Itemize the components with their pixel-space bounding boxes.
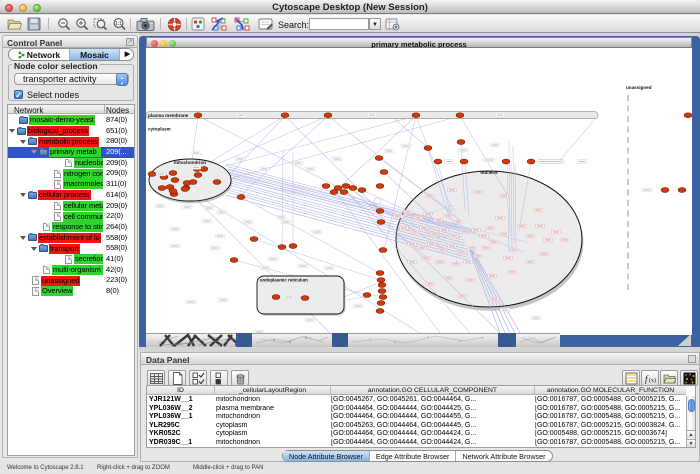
svg-text:nucleus: nucleus	[480, 170, 498, 175]
svg-text:1:1: 1:1	[115, 21, 122, 27]
svg-text:(x): (x)	[649, 377, 656, 384]
svg-text:endoplasmic reticulum: endoplasmic reticulum	[260, 278, 308, 283]
svg-text:unassigned: unassigned	[626, 85, 652, 90]
svg-text:plasma membrane: plasma membrane	[148, 113, 189, 118]
svg-text:mitochondrion: mitochondrion	[174, 160, 206, 165]
svg-text:cytoplasm: cytoplasm	[148, 127, 171, 132]
